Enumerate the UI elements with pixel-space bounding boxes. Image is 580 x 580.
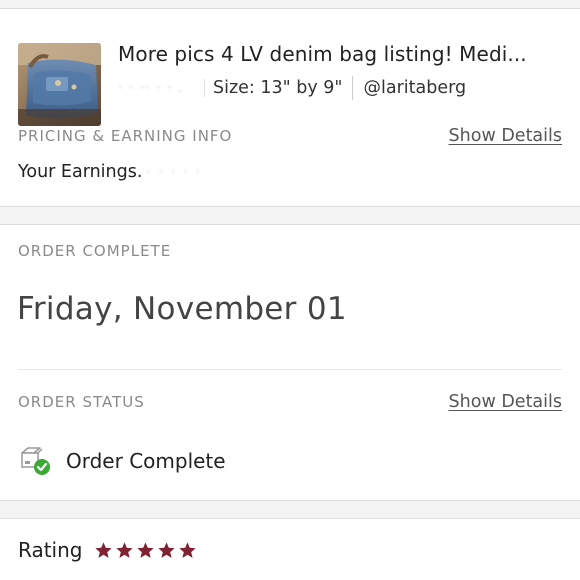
section-divider [18,369,562,370]
meta-separator [352,76,354,100]
earnings-row: Your Earnings. · · · · · [18,162,202,182]
completion-date: Friday, November 01 [17,291,347,327]
star-icon [137,541,155,558]
listing-thumbnail[interactable] [18,43,101,126]
star-icon [179,541,197,558]
listing-size: Size: 13" by 9" [213,78,343,98]
status-show-details-link[interactable]: Show Details [449,392,562,412]
package-check-icon [18,445,52,477]
order-details-page: More pics 4 LV denim bag listing! Medi..… [0,0,580,580]
meta-separator [204,79,205,97]
star-icon [95,541,113,558]
rating-stars [94,541,197,560]
section-divider-band [0,206,580,225]
star-icon [116,541,134,558]
top-divider-band [0,0,580,9]
order-status-label: ORDER STATUS [18,393,145,411]
order-complete-label: ORDER COMPLETE [18,242,172,260]
rating-row: Rating [18,535,197,565]
order-status-text: Order Complete [66,449,226,473]
earnings-label: Your Earnings. [18,162,143,182]
rating-label: Rating [18,538,83,562]
earnings-redacted: · · · · · [146,164,202,180]
order-status-row: Order Complete [18,445,226,477]
listing-title[interactable]: More pics 4 LV denim bag listing! Medi..… [118,42,527,66]
listing-meta: · · ·· · · . Size: 13" by 9" @laritaberg [118,74,466,102]
seller-username[interactable]: @laritaberg [363,78,466,98]
section-divider-band [0,500,580,519]
pricing-show-details-link[interactable]: Show Details [449,126,562,146]
star-icon [158,541,176,558]
price-redacted: · · ·· · · . [118,80,184,96]
pricing-section-label: PRICING & EARNING INFO [18,127,233,145]
